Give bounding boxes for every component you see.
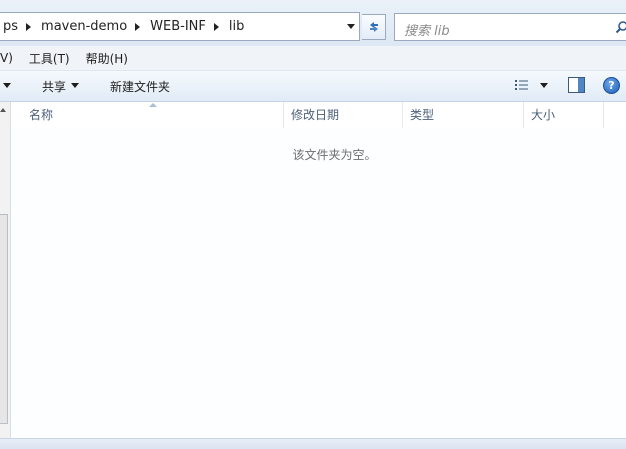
menu-bar: V) 工具(T) 帮助(H)	[0, 46, 626, 71]
search-placeholder: 搜索 lib	[404, 24, 450, 39]
scroll-up-icon[interactable]	[0, 108, 6, 112]
breadcrumb-chevron-icon[interactable]	[213, 22, 219, 31]
column-header-name[interactable]: 名称	[22, 102, 284, 128]
column-header-type[interactable]: 类型	[403, 102, 524, 128]
command-bar: 共享 新建文件夹 ?	[0, 71, 626, 102]
menu-item-view[interactable]: V)	[0, 51, 13, 65]
column-header-modified[interactable]: 修改日期	[284, 102, 403, 128]
view-dropdown-arrow-icon[interactable]	[540, 83, 548, 88]
help-icon[interactable]: ?	[603, 77, 620, 94]
breadcrumb-item[interactable]: ps	[0, 19, 22, 34]
address-toolbar: ps maven-demo WEB-INF lib 搜索 lib	[0, 0, 626, 46]
scrollbar-thumb[interactable]	[0, 214, 8, 424]
chevron-down-icon[interactable]	[347, 24, 355, 29]
menu-item-help[interactable]: 帮助(H)	[86, 50, 128, 67]
breadcrumb-chevron-icon[interactable]	[26, 22, 32, 31]
column-header-row: 名称 修改日期 类型 大小	[11, 102, 626, 128]
status-bar	[0, 438, 626, 449]
organize-dropdown-arrow-icon[interactable]	[3, 83, 11, 88]
share-dropdown-arrow-icon[interactable]	[71, 83, 79, 88]
address-bar[interactable]: ps maven-demo WEB-INF lib	[0, 12, 360, 41]
breadcrumb-item[interactable]: WEB-INF	[146, 19, 210, 34]
breadcrumb-item[interactable]: lib	[225, 19, 248, 34]
view-options-icon[interactable]	[514, 79, 530, 91]
refresh-button[interactable]	[362, 14, 386, 40]
share-button[interactable]: 共享	[42, 78, 66, 95]
column-header-size[interactable]: 大小	[524, 102, 604, 128]
navigation-pane	[0, 102, 11, 448]
search-input[interactable]: 搜索 lib	[394, 13, 626, 41]
refresh-icon	[369, 22, 378, 32]
menu-item-tools[interactable]: 工具(T)	[29, 50, 70, 67]
breadcrumb-item[interactable]: maven-demo	[37, 19, 131, 34]
new-folder-button[interactable]: 新建文件夹	[110, 78, 170, 95]
empty-folder-message: 该文件夹为空。	[292, 148, 377, 162]
breadcrumb-chevron-icon[interactable]	[135, 22, 141, 31]
search-icon[interactable]	[615, 20, 626, 34]
preview-pane-icon[interactable]	[568, 77, 585, 93]
file-list[interactable]: 名称 修改日期 类型 大小 该文件夹为空。	[11, 102, 626, 438]
